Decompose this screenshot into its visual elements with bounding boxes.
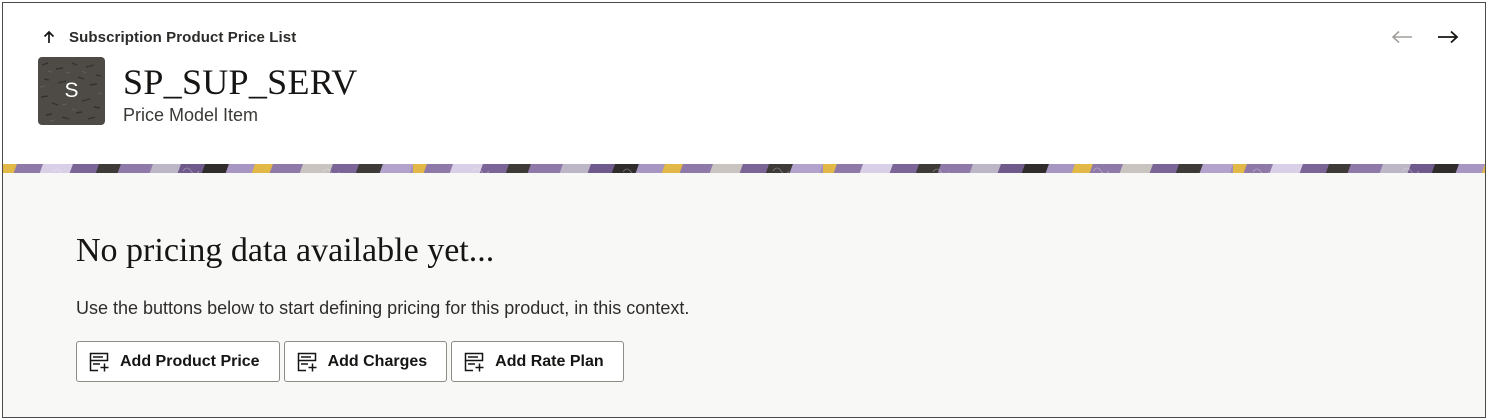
add-charges-button[interactable]: Add Charges [283, 341, 448, 382]
back-to-price-list-link[interactable]: Subscription Product Price List [41, 25, 296, 49]
pricing-actions: Add Product Price Add Charges Add Rate P… [76, 341, 624, 382]
add-list-icon [89, 352, 109, 371]
arrow-up-icon [43, 30, 55, 43]
avatar-letter: S [64, 79, 79, 102]
page-header: Subscription Product Price List S SP_SUP… [3, 3, 1485, 162]
record-navigation [1389, 25, 1461, 49]
add-charges-label: Add Charges [327, 352, 428, 370]
previous-record-button[interactable] [1389, 25, 1415, 49]
add-list-icon [464, 352, 484, 371]
empty-state-panel: No pricing data available yet... Use the… [3, 173, 1485, 417]
page-subtitle: Price Model Item [123, 105, 259, 125]
add-product-price-button[interactable]: Add Product Price [76, 341, 280, 382]
arrow-right-icon [1438, 30, 1459, 44]
avatar: S [38, 57, 105, 125]
page-title: SP_SUP_SERV [123, 62, 358, 102]
banner-pattern [3, 164, 1485, 173]
empty-state-description: Use the buttons below to start defining … [76, 298, 690, 318]
add-list-icon [297, 352, 317, 371]
add-rate-plan-label: Add Rate Plan [495, 352, 604, 370]
empty-state-heading: No pricing data available yet... [76, 232, 495, 269]
back-link-label: Subscription Product Price List [69, 28, 297, 46]
add-rate-plan-button[interactable]: Add Rate Plan [451, 341, 624, 382]
arrow-left-icon [1391, 30, 1412, 44]
page-frame: Subscription Product Price List S SP_SUP… [2, 2, 1486, 418]
next-record-button[interactable] [1435, 25, 1461, 49]
decorative-banner [3, 162, 1485, 173]
add-product-price-label: Add Product Price [120, 352, 260, 370]
